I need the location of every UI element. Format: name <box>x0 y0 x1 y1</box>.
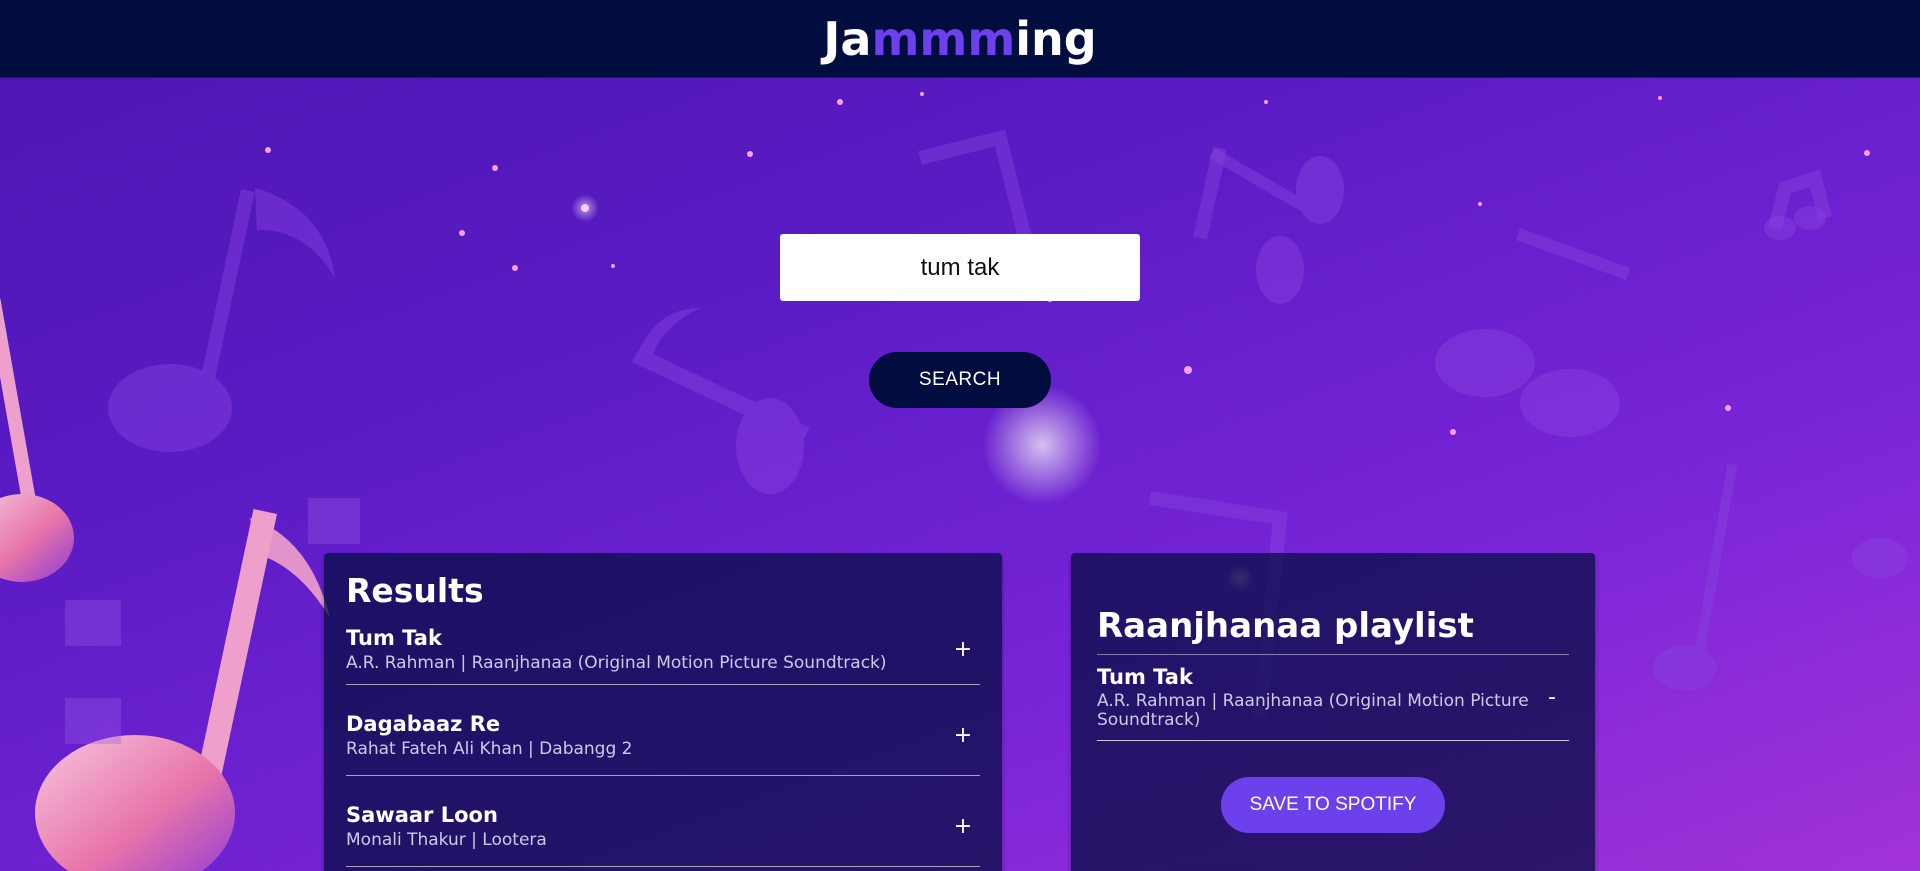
track-name: Sawaar Loon <box>346 802 498 827</box>
track-artist-album: A.R. Rahman | Raanjhanaa (Original Motio… <box>1097 691 1529 730</box>
playlist-track: Tum Tak A.R. Rahman | Raanjhanaa (Origin… <box>1097 655 1569 741</box>
app-logo: Jammming <box>823 12 1096 66</box>
result-track: Sawaar Loon Monali Thakur | Lootera + <box>346 776 980 867</box>
search-button[interactable]: SEARCH <box>869 352 1051 408</box>
track-artist-album: Rahat Fateh Ali Khan | Dabangg 2 <box>346 738 633 759</box>
logo-prefix: Ja <box>823 11 872 66</box>
track-info: Sawaar Loon Monali Thakur | Lootera <box>346 803 547 850</box>
results-title: Results <box>346 571 484 610</box>
search-input[interactable] <box>780 234 1140 301</box>
track-name: Tum Tak <box>1097 665 1193 689</box>
logo-suffix: ing <box>1015 11 1097 66</box>
track-info: Tum Tak A.R. Rahman | Raanjhanaa (Origin… <box>1097 665 1537 730</box>
playlist-name-input[interactable]: Raanjhanaa playlist <box>1097 606 1569 655</box>
remove-track-button[interactable]: - <box>1537 685 1567 710</box>
result-track: Tum Tak A.R. Rahman | Raanjhanaa (Origin… <box>346 615 980 685</box>
track-name: Dagabaaz Re <box>346 711 501 736</box>
add-track-button[interactable]: + <box>948 637 978 662</box>
results-panel: Results Tum Tak A.R. Rahman | Raanjhanaa… <box>324 553 1002 871</box>
add-track-button[interactable]: + <box>948 723 978 748</box>
track-info: Dagabaaz Re Rahat Fateh Ali Khan | Daban… <box>346 712 632 759</box>
save-to-spotify-button[interactable]: SAVE TO SPOTIFY <box>1221 777 1445 833</box>
track-name: Tum Tak <box>346 626 442 650</box>
playlist-panel: Raanjhanaa playlist Tum Tak A.R. Rahman … <box>1071 553 1595 871</box>
track-info: Tum Tak A.R. Rahman | Raanjhanaa (Origin… <box>346 626 887 673</box>
track-artist-album: A.R. Rahman | Raanjhanaa (Original Motio… <box>346 653 887 673</box>
result-track: Dagabaaz Re Rahat Fateh Ali Khan | Daban… <box>346 685 980 776</box>
track-artist-album: Monali Thakur | Lootera <box>346 829 547 850</box>
logo-accent: mmm <box>871 11 1016 66</box>
add-track-button[interactable]: + <box>948 814 978 839</box>
app-header: Jammming <box>0 0 1920 78</box>
